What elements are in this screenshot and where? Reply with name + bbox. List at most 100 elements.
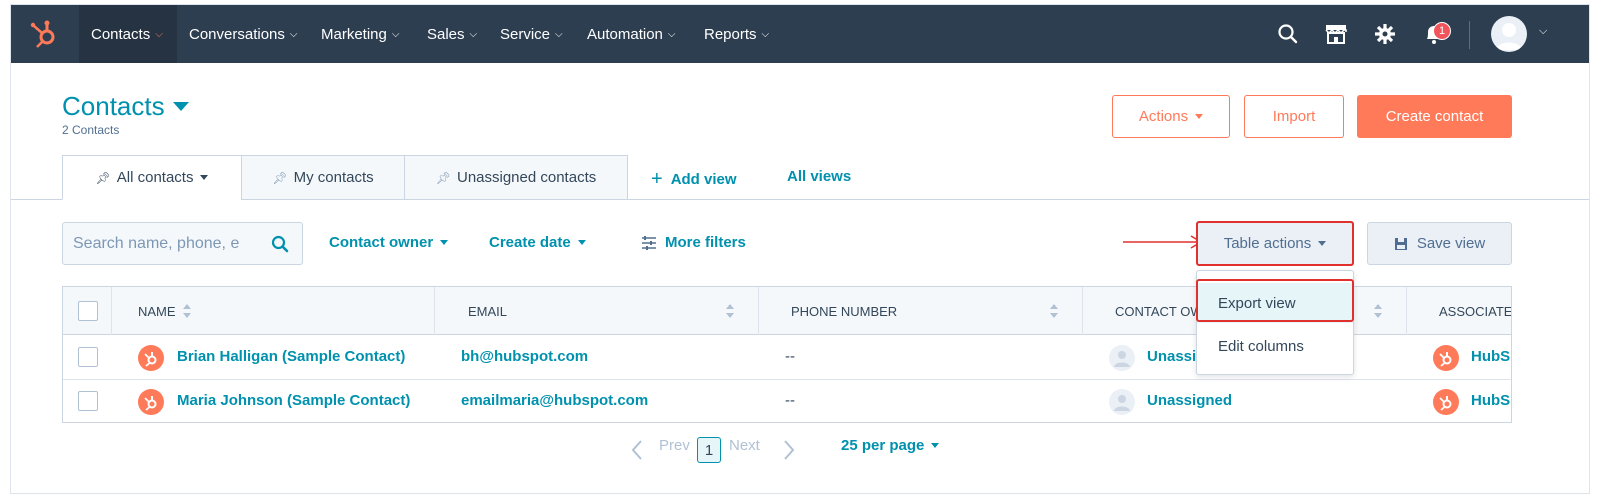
notification-count-badge: 1 <box>1433 22 1451 40</box>
nav-item-automation[interactable]: Automation ⌵ <box>575 5 687 63</box>
nav-item-conversations[interactable]: Conversations ⌵ <box>177 5 309 63</box>
chevron-down-icon: ⌵ <box>469 28 478 40</box>
table-actions-button[interactable]: Table actions <box>1197 222 1353 265</box>
chevron-right-icon[interactable] <box>783 439 795 461</box>
tab-all-contacts[interactable]: 📌︎ All contacts <box>62 155 242 200</box>
save-view-label: Save view <box>1416 235 1486 252</box>
select-all-header <box>63 287 112 335</box>
nav-label: Reports <box>704 25 757 43</box>
nav-item-reports[interactable]: Reports ⌵ <box>692 5 781 63</box>
sort-icon <box>183 304 191 318</box>
caret-down-icon <box>1195 114 1204 119</box>
associated-company-link[interactable]: HubS <box>1471 392 1511 409</box>
hubspot-sprocket-icon <box>138 345 164 371</box>
company-logo-icon <box>1433 345 1459 371</box>
all-views-label: All views <box>787 168 852 185</box>
per-page-select[interactable]: 25 per page <box>841 437 940 454</box>
column-label: PHONE NUMBER <box>791 303 898 319</box>
search-icon[interactable] <box>1275 21 1301 47</box>
page-title-text: Contacts <box>62 91 165 121</box>
add-view-label: Add view <box>670 171 737 188</box>
tab-my-contacts[interactable]: 📌︎ My contacts <box>241 155 405 200</box>
more-filters-button[interactable]: More filters <box>641 234 746 251</box>
tab-unassigned-contacts[interactable]: 📌︎ Unassigned contacts <box>404 155 628 200</box>
owner-avatar-icon <box>1109 345 1135 371</box>
caret-down-icon <box>200 175 209 180</box>
chevron-down-icon: ⌵ <box>155 28 163 40</box>
chevron-down-icon: ⌵ <box>761 28 770 40</box>
hubspot-sprocket-icon <box>138 389 164 415</box>
caret-down-icon <box>577 240 586 245</box>
chevron-down-icon: ⌵ <box>555 28 563 40</box>
marketplace-icon[interactable] <box>1323 21 1349 47</box>
chevron-down-icon: ⌵ <box>391 28 400 40</box>
actions-button[interactable]: Actions <box>1112 95 1230 138</box>
select-all-checkbox[interactable] <box>78 301 98 321</box>
pin-icon: 📌︎ <box>435 170 451 185</box>
column-header-email[interactable]: EMAIL <box>435 287 759 335</box>
menu-item-export-view[interactable]: Export view <box>1197 283 1353 323</box>
nav-label: Conversations <box>189 25 285 43</box>
table-actions-menu: Export view Edit columns <box>1196 270 1354 375</box>
chevron-left-icon[interactable] <box>631 439 643 461</box>
search-input[interactable] <box>73 233 258 255</box>
plus-icon: + <box>651 168 663 190</box>
sort-icon <box>726 304 734 318</box>
chevron-down-icon: ⌵ <box>289 28 298 40</box>
nav-label: Sales <box>427 25 465 43</box>
settings-gear-icon[interactable] <box>1372 21 1398 47</box>
annotation-arrow <box>1123 235 1203 249</box>
nav-item-service[interactable]: Service ⌵ <box>488 5 575 63</box>
company-logo-icon <box>1433 389 1459 415</box>
associated-company-link[interactable]: HubS <box>1471 348 1511 365</box>
column-header-associated-company[interactable]: ASSOCIATEI <box>1407 287 1511 335</box>
current-page[interactable]: 1 <box>697 437 721 463</box>
table-actions-label: Table actions <box>1223 235 1312 252</box>
contact-owner-filter[interactable]: Contact owner <box>329 234 449 251</box>
search-box <box>62 222 303 265</box>
menu-item-edit-columns[interactable]: Edit columns <box>1197 326 1353 366</box>
row-checkbox[interactable] <box>78 347 98 367</box>
contact-email-link[interactable]: emailmaria@hubspot.com <box>461 392 648 409</box>
contact-phone: -- <box>785 348 795 365</box>
actions-label: Actions <box>1138 108 1189 125</box>
account-chevron-down-icon[interactable]: ⌵ <box>1539 25 1547 38</box>
tab-label: My contacts <box>293 169 374 186</box>
contact-name-link[interactable]: Maria Johnson (Sample Contact) <box>177 392 410 409</box>
row-checkbox[interactable] <box>78 391 98 411</box>
nav-label: Service <box>500 25 551 43</box>
contact-name-link[interactable]: Brian Halligan (Sample Contact) <box>177 348 405 365</box>
column-label: NAME <box>138 303 176 319</box>
page-title[interactable]: Contacts <box>62 91 189 122</box>
sort-icon <box>1374 304 1382 318</box>
contact-owner-link[interactable]: Unassigned <box>1147 392 1232 409</box>
add-view-link[interactable]: + Add view <box>651 168 737 191</box>
user-avatar[interactable] <box>1491 16 1527 52</box>
column-header-phone-number[interactable]: PHONE NUMBER <box>759 287 1083 335</box>
all-views-link[interactable]: All views <box>787 168 851 185</box>
nav-label: Marketing <box>321 25 387 43</box>
column-label: EMAIL <box>468 303 508 319</box>
nav-item-contacts[interactable]: Contacts ⌵ <box>79 5 177 63</box>
column-header-name[interactable]: NAME <box>112 287 435 335</box>
create-contact-label: Create contact <box>1385 108 1484 125</box>
nav-label: Automation <box>587 25 663 43</box>
next-page-button[interactable]: Next <box>729 437 760 454</box>
prev-page-button[interactable]: Prev <box>659 437 690 454</box>
create-contact-button[interactable]: Create contact <box>1357 95 1512 138</box>
sort-icon <box>1050 304 1058 318</box>
nav-label: Contacts <box>91 25 151 43</box>
import-button[interactable]: Import <box>1244 95 1344 138</box>
tab-label: Unassigned contacts <box>456 169 597 186</box>
create-date-filter[interactable]: Create date <box>489 234 586 251</box>
table-row: Maria Johnson (Sample Contact) emailmari… <box>63 380 1511 424</box>
save-view-button[interactable]: Save view <box>1367 222 1512 265</box>
nav-item-marketing[interactable]: Marketing ⌵ <box>309 5 411 63</box>
contact-email-link[interactable]: bh@hubspot.com <box>461 348 588 365</box>
column-label: ASSOCIATEI <box>1439 303 1511 319</box>
nav-item-sales[interactable]: Sales ⌵ <box>415 5 489 63</box>
search-icon[interactable] <box>270 234 290 254</box>
hubspot-logo-icon[interactable] <box>27 18 59 50</box>
owner-avatar-icon <box>1109 389 1135 415</box>
record-count: 2 Contacts <box>62 123 120 137</box>
